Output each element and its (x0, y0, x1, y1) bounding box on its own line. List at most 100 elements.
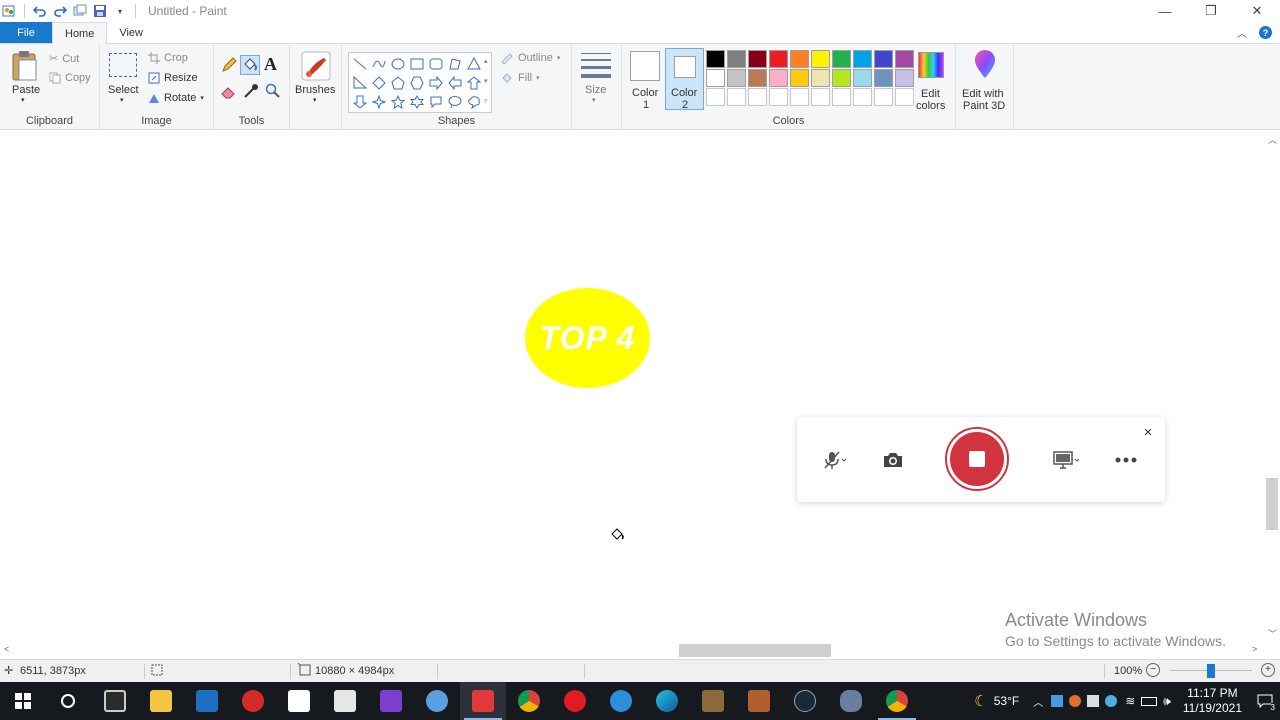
rounded-rectangle-shape-icon[interactable] (426, 54, 445, 73)
custom-color-slot[interactable] (853, 88, 872, 106)
taskbar-app[interactable] (644, 682, 690, 720)
screenshot-button[interactable] (880, 447, 906, 473)
mic-off-button[interactable] (821, 447, 851, 473)
custom-color-slot[interactable] (727, 88, 746, 106)
notifications-button[interactable]: 3 (1250, 682, 1280, 720)
color-swatch[interactable] (790, 69, 809, 87)
zoom-slider-thumb[interactable] (1207, 664, 1215, 678)
zoom-in-icon[interactable]: + (1261, 663, 1275, 677)
color-swatch[interactable] (853, 69, 872, 87)
custom-color-slot[interactable] (706, 88, 725, 106)
taskbar-app[interactable] (828, 682, 874, 720)
stop-recording-button[interactable] (945, 427, 1009, 491)
edit-colors-button[interactable]: Edit colors (912, 48, 952, 112)
paste-button[interactable]: Paste ▾ (6, 48, 44, 110)
custom-color-slot[interactable] (769, 88, 788, 106)
brushes-button[interactable]: Brushes ▾ (294, 48, 338, 108)
cloud-callout-shape-icon[interactable] (464, 92, 483, 111)
redo-icon[interactable] (53, 4, 67, 18)
tray-app-icon[interactable] (1051, 695, 1064, 707)
fill-button[interactable]: Fill ▾ (500, 72, 540, 84)
line-shape-icon[interactable] (350, 54, 369, 73)
vertical-scrollbar[interactable]: ︿ ﹀ (1264, 131, 1280, 643)
rectangle-shape-icon[interactable] (407, 54, 426, 73)
up-arrow-shape-icon[interactable] (464, 73, 483, 92)
outline-button[interactable]: Outline ▾ (500, 52, 560, 64)
new-window-icon[interactable] (73, 4, 87, 18)
color-swatch[interactable] (874, 69, 893, 87)
color-swatch[interactable] (874, 50, 893, 68)
search-button[interactable] (45, 682, 91, 720)
polygon-shape-icon[interactable] (445, 54, 464, 73)
scroll-up-icon[interactable]: ︿ (1268, 133, 1277, 146)
tab-view[interactable]: View (107, 22, 155, 43)
screen-select-button[interactable] (1051, 447, 1083, 473)
more-options-button[interactable] (1113, 449, 1139, 471)
volume-icon[interactable]: 🕪 (1163, 694, 1171, 709)
taskbar-app[interactable] (184, 682, 230, 720)
color1-button[interactable]: Color 1 (626, 48, 664, 111)
diamond-shape-icon[interactable] (369, 73, 388, 92)
taskbar-app[interactable] (276, 682, 322, 720)
taskbar-app[interactable] (138, 682, 184, 720)
close-button[interactable]: ✕ (1234, 0, 1280, 22)
text-tool-icon[interactable]: A (264, 54, 282, 74)
color-swatch[interactable] (853, 50, 872, 68)
taskbar-app[interactable] (690, 682, 736, 720)
weather-temperature[interactable]: 53°F (994, 694, 1019, 708)
edit-with-paint3d-button[interactable]: Edit with Paint 3D (958, 48, 1012, 112)
taskbar-app[interactable] (92, 682, 138, 720)
five-point-star-shape-icon[interactable] (388, 92, 407, 111)
color-swatch[interactable] (811, 69, 830, 87)
custom-color-slot[interactable] (748, 88, 767, 106)
taskbar-app[interactable] (782, 682, 828, 720)
color2-button[interactable]: Color 2 (665, 48, 704, 111)
custom-color-slot[interactable] (874, 88, 893, 106)
color-swatch[interactable] (748, 69, 767, 87)
scroll-left-icon[interactable]: < (4, 644, 9, 654)
right-arrow-shape-icon[interactable] (426, 73, 445, 92)
tray-app-icon[interactable] (1087, 695, 1100, 707)
fill-bucket-icon[interactable] (240, 55, 260, 75)
scroll-down-icon[interactable]: ﹀ (1268, 627, 1277, 640)
taskbar-app[interactable] (874, 682, 920, 720)
show-hidden-icons-icon[interactable]: ︿ (1033, 694, 1043, 709)
zoom-out-icon[interactable]: − (1146, 663, 1160, 677)
taskbar-app[interactable] (230, 682, 276, 720)
taskbar-app-active[interactable] (460, 682, 506, 720)
color-picker-icon[interactable] (242, 82, 260, 100)
select-button[interactable]: Select ▾ (106, 50, 140, 110)
battery-icon[interactable] (1141, 696, 1158, 706)
color-swatch[interactable] (706, 69, 725, 87)
horizontal-scroll-thumb[interactable] (679, 644, 831, 657)
color-swatch[interactable] (706, 50, 725, 68)
taskbar-app[interactable] (552, 682, 598, 720)
copy-button[interactable]: Copy (49, 72, 91, 84)
hexagon-shape-icon[interactable] (407, 73, 426, 92)
undo-icon[interactable] (33, 4, 47, 18)
close-widget-icon[interactable]: ✕ (1141, 425, 1155, 439)
paint-app-icon[interactable] (2, 4, 16, 18)
clock[interactable]: 11:17 PM 11/19/2021 (1183, 686, 1242, 716)
color-swatch[interactable] (790, 50, 809, 68)
four-point-star-shape-icon[interactable] (369, 92, 388, 111)
start-button[interactable] (0, 682, 46, 720)
rotate-button[interactable]: Rotate ▾ (148, 92, 204, 104)
taskbar-app[interactable] (322, 682, 368, 720)
restore-button[interactable]: ❐ (1188, 0, 1234, 22)
color-swatch[interactable] (832, 69, 851, 87)
six-point-star-shape-icon[interactable] (407, 92, 426, 111)
pentagon-shape-icon[interactable] (388, 73, 407, 92)
taskbar-app[interactable] (736, 682, 782, 720)
rounded-callout-shape-icon[interactable] (426, 92, 445, 111)
taskbar-app[interactable] (368, 682, 414, 720)
tray-app-icon[interactable] (1069, 695, 1082, 707)
taskbar-app[interactable] (414, 682, 460, 720)
custom-color-slot[interactable] (811, 88, 830, 106)
down-arrow-shape-icon[interactable] (350, 92, 369, 111)
drawing-canvas[interactable]: TOP 4 (0, 131, 1264, 643)
tray-app-icon[interactable] (1105, 695, 1118, 707)
crop-button[interactable]: Crop (148, 52, 188, 64)
color-swatch[interactable] (811, 50, 830, 68)
help-icon[interactable]: ? (1259, 26, 1272, 39)
